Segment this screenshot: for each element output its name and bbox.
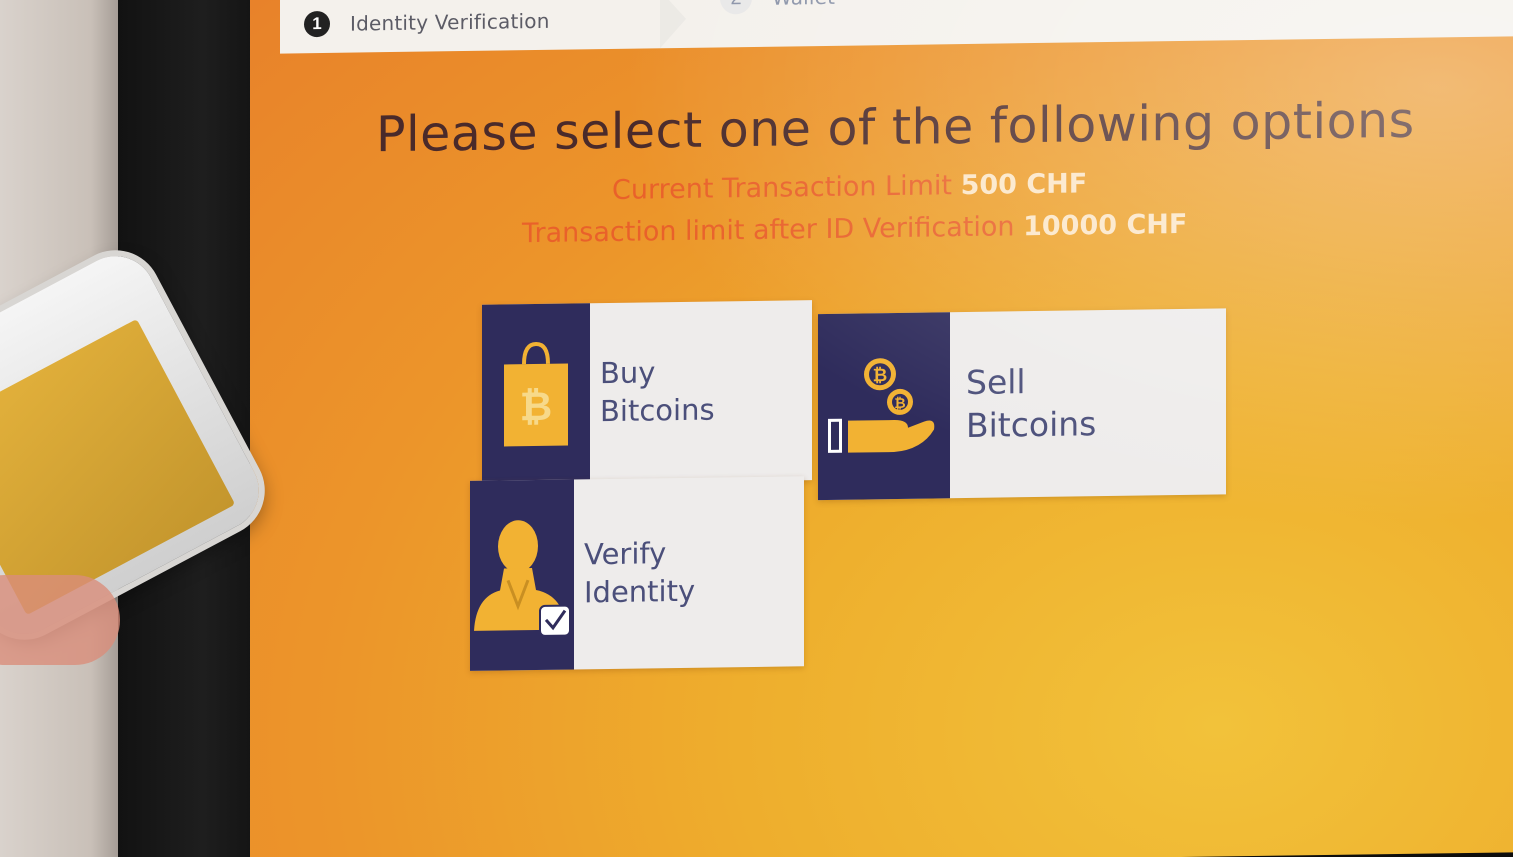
current-limit-value: 500 CHF: [960, 168, 1088, 202]
current-limit-label: Current Transaction Limit: [612, 170, 952, 206]
hand: [0, 575, 120, 665]
step-label-1: Identity Verification: [350, 8, 550, 36]
photo-scene: 1 Identity Verification 2 Wallet Please …: [0, 0, 1513, 857]
step-number-1: 1: [304, 10, 330, 38]
sell-bitcoins-button[interactable]: ₿ ₿ Sell Bitcoins: [818, 308, 1226, 501]
buy-label-line1: Buy: [600, 355, 656, 391]
kiosk-screen: 1 Identity Verification 2 Wallet Please …: [250, 0, 1513, 857]
svg-text:₿: ₿: [894, 396, 905, 412]
shopping-bag-bitcoin-icon: ₿: [482, 303, 590, 485]
verified-limit-value: 10000 CHF: [1023, 208, 1188, 243]
verify-identity-button[interactable]: Verify Identity: [470, 476, 804, 671]
step-number-2: 2: [720, 0, 752, 15]
verified-limit-label: Transaction limit after ID Verification: [522, 211, 1015, 250]
verify-identity-label: Verify Identity: [574, 478, 695, 670]
step-identity-verification: 1 Identity Verification: [304, 0, 550, 47]
buy-bitcoins-label: Buy Bitcoins: [590, 302, 715, 484]
sell-label-line2: Bitcoins: [966, 404, 1097, 446]
svg-text:₿: ₿: [520, 384, 553, 430]
buy-bitcoins-button[interactable]: ₿ Buy Bitcoins: [482, 300, 812, 485]
verify-label-line2: Identity: [584, 573, 696, 610]
verified-limit-line: Transaction limit after ID Verification …: [522, 209, 1187, 249]
buy-label-line2: Bitcoins: [600, 392, 715, 429]
step-label-2: Wallet: [772, 0, 835, 10]
page-title: Please select one of the following optio…: [376, 91, 1415, 164]
sell-bitcoins-label: Sell Bitcoins: [950, 310, 1096, 498]
hand-coins-icon: ₿ ₿: [818, 312, 950, 501]
step-wallet: 2 Wallet: [720, 0, 835, 21]
svg-text:₿: ₿: [873, 365, 888, 386]
current-limit-line: Current Transaction Limit 500 CHF: [612, 168, 1087, 206]
progress-stepper: 1 Identity Verification 2 Wallet: [280, 0, 1513, 54]
verify-label-line1: Verify: [584, 536, 667, 572]
user-check-icon: [470, 479, 574, 671]
step-chevron: [660, 0, 686, 49]
sell-label-line1: Sell: [966, 362, 1026, 403]
